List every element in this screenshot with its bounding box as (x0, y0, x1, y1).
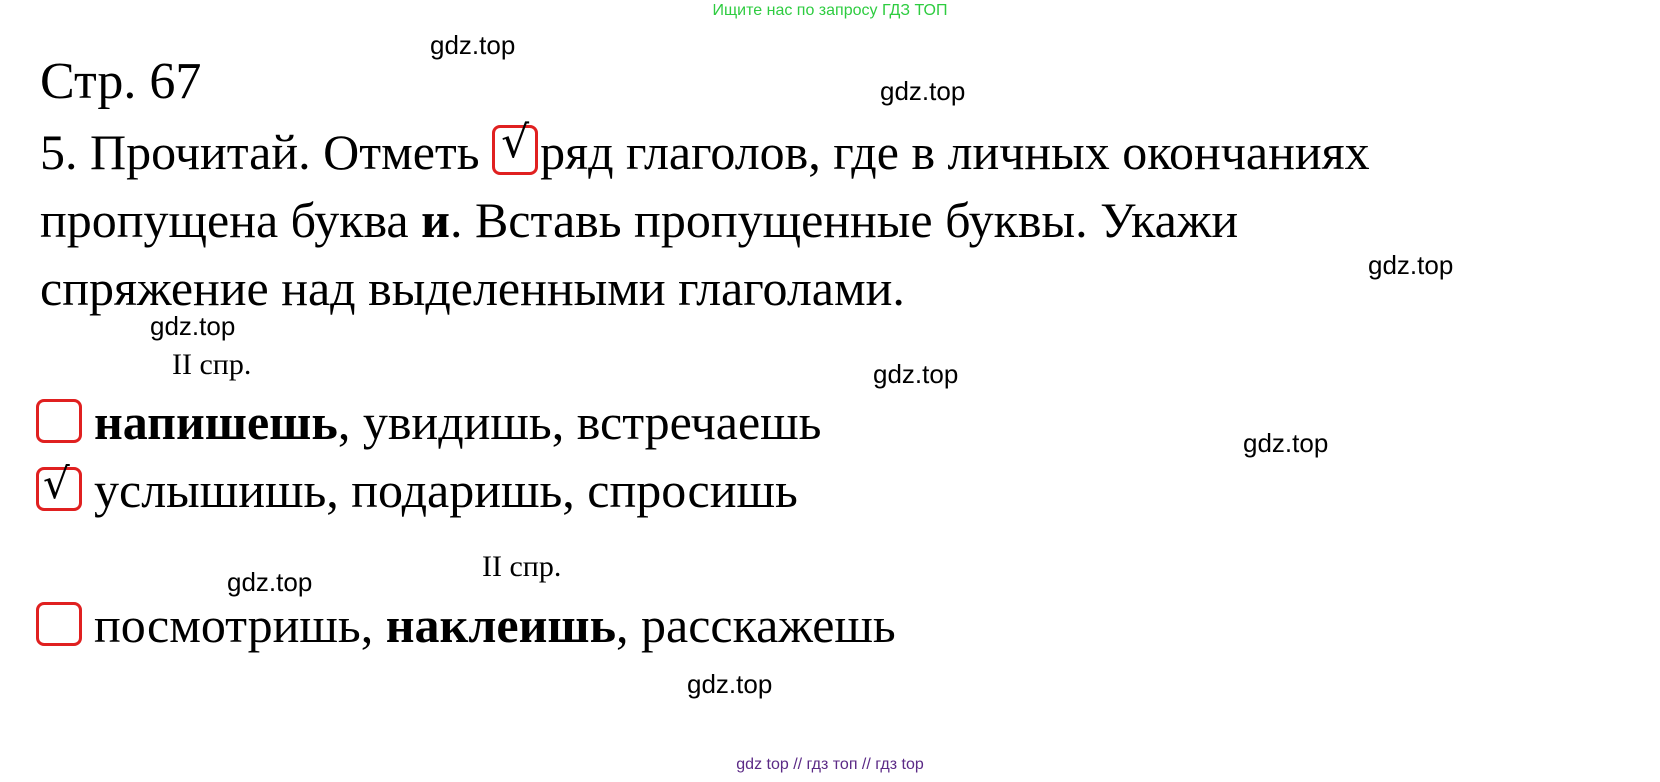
conjugation-label: II спр. (172, 348, 252, 381)
task-line-1: 5. Прочитай. Отметь √ ряд глаголов, где в… (40, 117, 1370, 181)
bold-verb: наклеишь (385, 597, 617, 653)
task-line-3: спряжение над выделенными глаголами. (40, 260, 905, 316)
watermark: gdz.top (687, 669, 773, 699)
watermark: gdz.top (430, 30, 516, 60)
option-row-3: посмотришь, наклеишь, расскажешь (36, 595, 896, 655)
footer-links[interactable]: gdz top // гдз топ // гдз top (0, 756, 1660, 774)
option-checkbox[interactable] (36, 399, 82, 443)
option-row-2: √ услышишь, подаришь, спросишь (36, 460, 798, 520)
option-checkbox[interactable]: √ (36, 460, 82, 511)
watermark: gdz.top (227, 567, 313, 597)
page-title: Стр. 67 (40, 53, 202, 110)
watermark: gdz.top (1368, 250, 1454, 280)
example-checkbox: √ (492, 118, 539, 175)
task-line-2: пропущена буква и. Вставь пропущенные бу… (40, 192, 1239, 248)
task-text: 5. Прочитай. Отметь √ ряд глаголов, где в… (40, 118, 1370, 322)
top-banner: Ищите нас по запросу ГДЗ ТОП (712, 2, 948, 19)
watermark: gdz.top (1243, 428, 1329, 458)
option-row-1: напишешь, увидишь, встречаешь (36, 392, 821, 452)
check-mark-icon: √ (43, 459, 70, 508)
watermark: gdz.top (873, 359, 959, 389)
highlight-letter: и (421, 192, 450, 248)
watermark: gdz.top (880, 76, 966, 106)
option-checkbox[interactable] (36, 602, 82, 646)
conjugation-label: II спр. (482, 550, 562, 583)
bold-verb: напишешь (94, 394, 338, 450)
check-mark-icon: √ (501, 117, 530, 168)
